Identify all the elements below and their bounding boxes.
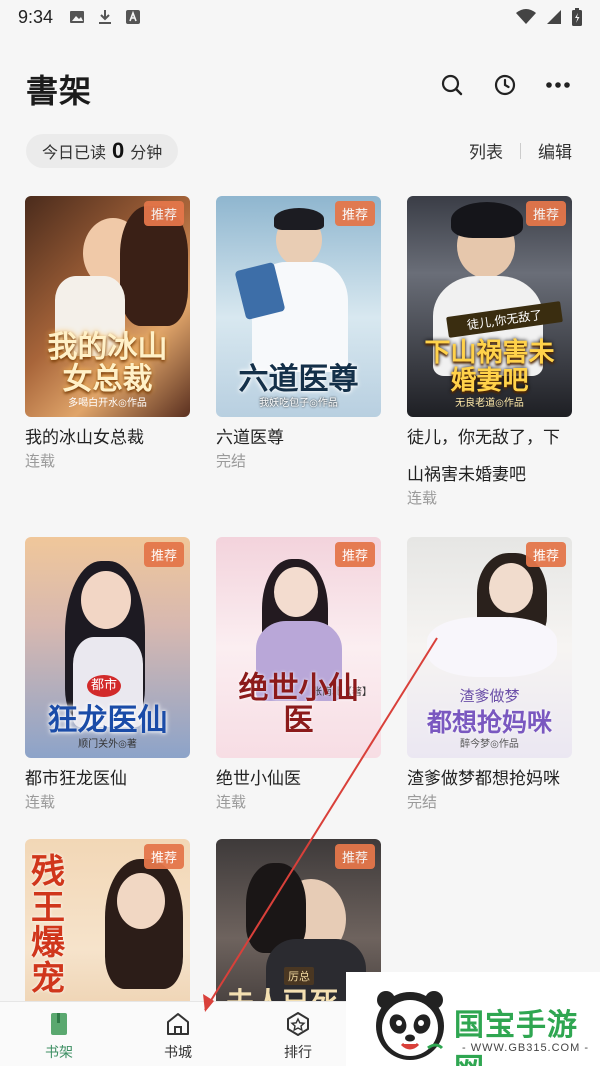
list-view-button[interactable]: 列表 bbox=[469, 138, 503, 163]
book-cover[interactable]: 六道医尊 我妖吃包子◎作品 推荐 bbox=[216, 196, 381, 417]
bookshelf-icon bbox=[51, 1013, 67, 1035]
cover-title: 都想抢妈咪 bbox=[426, 707, 552, 737]
cover-author: 顺门关外◎著 bbox=[78, 739, 137, 750]
cover-subtitle: 都市 bbox=[87, 675, 121, 697]
search-icon bbox=[441, 74, 463, 96]
cover-dress bbox=[427, 617, 557, 677]
toggle-divider bbox=[520, 142, 521, 159]
recommend-badge: 推荐 bbox=[334, 201, 375, 226]
cover-title: 绝世小仙医 bbox=[238, 671, 359, 738]
book-card[interactable]: 徒儿,你无敌了 下山祸害未婚妻吧 无良老道◎作品 推荐 徒儿，你无敌了，下山祸害… bbox=[407, 196, 572, 508]
cover-hair bbox=[451, 202, 523, 238]
book-card[interactable]: 六道医尊 我妖吃包子◎作品 推荐 六道医尊 完结 bbox=[216, 196, 381, 471]
cover-figure bbox=[489, 563, 533, 613]
image-icon bbox=[70, 11, 85, 23]
reading-minutes: 0 bbox=[112, 138, 125, 163]
book-cover[interactable]: 张南北【著】 绝世小仙医 推荐 bbox=[216, 537, 381, 758]
history-icon bbox=[494, 74, 516, 96]
watermark-brand: 国宝手游网 bbox=[454, 1008, 578, 1066]
cover-title: 狂龙医仙 bbox=[47, 702, 168, 738]
cover-author: 醉今梦◎作品 bbox=[460, 739, 519, 750]
status-notification-icons bbox=[69, 9, 141, 25]
app-header: 書架 bbox=[0, 50, 600, 120]
reading-suffix: 分钟 bbox=[130, 145, 163, 162]
tab-bookstore[interactable]: 书城 bbox=[138, 1010, 218, 1062]
recommend-badge: 推荐 bbox=[525, 201, 566, 226]
view-toggle: 列表 编辑 bbox=[469, 138, 572, 163]
wifi-icon bbox=[516, 9, 536, 24]
page-title: 書架 bbox=[26, 72, 93, 110]
book-card[interactable]: 都市 狂龙医仙 顺门关外◎著 推荐 都市狂龙医仙 连载 bbox=[25, 537, 190, 812]
cover-author: 我妖吃包子◎作品 bbox=[259, 398, 338, 409]
status-time: 9:34 bbox=[18, 6, 54, 27]
a-box-icon bbox=[126, 10, 141, 24]
today-reading-pill[interactable]: 今日已读 0 分钟 bbox=[26, 134, 179, 168]
cover-figure bbox=[274, 567, 318, 617]
cover-author: 无良老道◎作品 bbox=[455, 398, 524, 409]
cover-title: 下山祸害未婚妻吧 bbox=[424, 338, 555, 396]
search-button[interactable] bbox=[437, 70, 467, 100]
cover-subtitle: 渣爹做梦 bbox=[459, 687, 520, 705]
tab-label: 书城 bbox=[164, 1044, 192, 1060]
tab-ranking[interactable]: 排行 bbox=[258, 1010, 338, 1062]
recommend-badge: 推荐 bbox=[525, 542, 566, 567]
cover-figure bbox=[117, 873, 165, 929]
recommend-badge: 推荐 bbox=[143, 201, 184, 226]
book-title: 徒儿，你无敌了，下山祸害未婚妻吧 bbox=[407, 428, 560, 484]
cover-author: 多喝白开水◎作品 bbox=[68, 398, 147, 409]
cover-title: 我的冰山女总裁 bbox=[47, 330, 168, 397]
recommend-badge: 推荐 bbox=[334, 542, 375, 567]
book-card[interactable]: 渣爹做梦 都想抢妈咪 醉今梦◎作品 推荐 渣爹做梦都想抢妈咪 完结 bbox=[407, 537, 572, 812]
rank-star-icon bbox=[287, 1012, 309, 1036]
battery-icon bbox=[572, 8, 582, 26]
more-icon bbox=[546, 82, 570, 88]
cover-title: 六道医尊 bbox=[238, 361, 359, 397]
cover-hair bbox=[274, 208, 324, 230]
home-icon bbox=[167, 1013, 189, 1035]
book-cover[interactable]: 徒儿,你无敌了 下山祸害未婚妻吧 无良老道◎作品 推荐 bbox=[407, 196, 572, 417]
recommend-badge: 推荐 bbox=[334, 844, 375, 869]
book-card[interactable]: 我的冰山女总裁 多喝白开水◎作品 推荐 我的冰山女总裁 连载 bbox=[25, 196, 190, 471]
tab-bookshelf[interactable]: 书架 bbox=[19, 1010, 99, 1062]
book-status: 完结 bbox=[216, 453, 247, 470]
tab-label: 书架 bbox=[45, 1044, 73, 1060]
reading-prefix: 今日已读 bbox=[42, 145, 107, 162]
recommend-badge: 推荐 bbox=[143, 542, 184, 567]
signal-icon bbox=[547, 10, 561, 24]
more-button[interactable] bbox=[543, 70, 573, 100]
cover-figure bbox=[81, 571, 131, 629]
panda-logo-icon bbox=[376, 991, 444, 1060]
download-icon bbox=[99, 10, 112, 24]
cover-title: 残王爆宠 bbox=[31, 852, 65, 1000]
book-cover[interactable]: 都市 狂龙医仙 顺门关外◎著 推荐 bbox=[25, 537, 190, 758]
history-button[interactable] bbox=[490, 70, 520, 100]
book-cover[interactable]: 我的冰山女总裁 多喝白开水◎作品 推荐 bbox=[25, 196, 190, 417]
book-card[interactable]: 张南北【著】 绝世小仙医 推荐 绝世小仙医 连载 bbox=[216, 537, 381, 812]
watermark-url: - WWW.GB315.COM - bbox=[462, 1042, 589, 1054]
watermark: 国宝手游网 - WWW.GB315.COM - bbox=[346, 972, 600, 1066]
status-bar: 9:34 bbox=[0, 0, 600, 34]
book-cover[interactable]: 渣爹做梦 都想抢妈咪 醉今梦◎作品 推荐 bbox=[407, 537, 572, 758]
recommend-badge: 推荐 bbox=[143, 844, 184, 869]
tab-label: 排行 bbox=[284, 1044, 312, 1060]
status-system-icons bbox=[516, 8, 582, 26]
edit-button[interactable]: 编辑 bbox=[538, 138, 572, 163]
